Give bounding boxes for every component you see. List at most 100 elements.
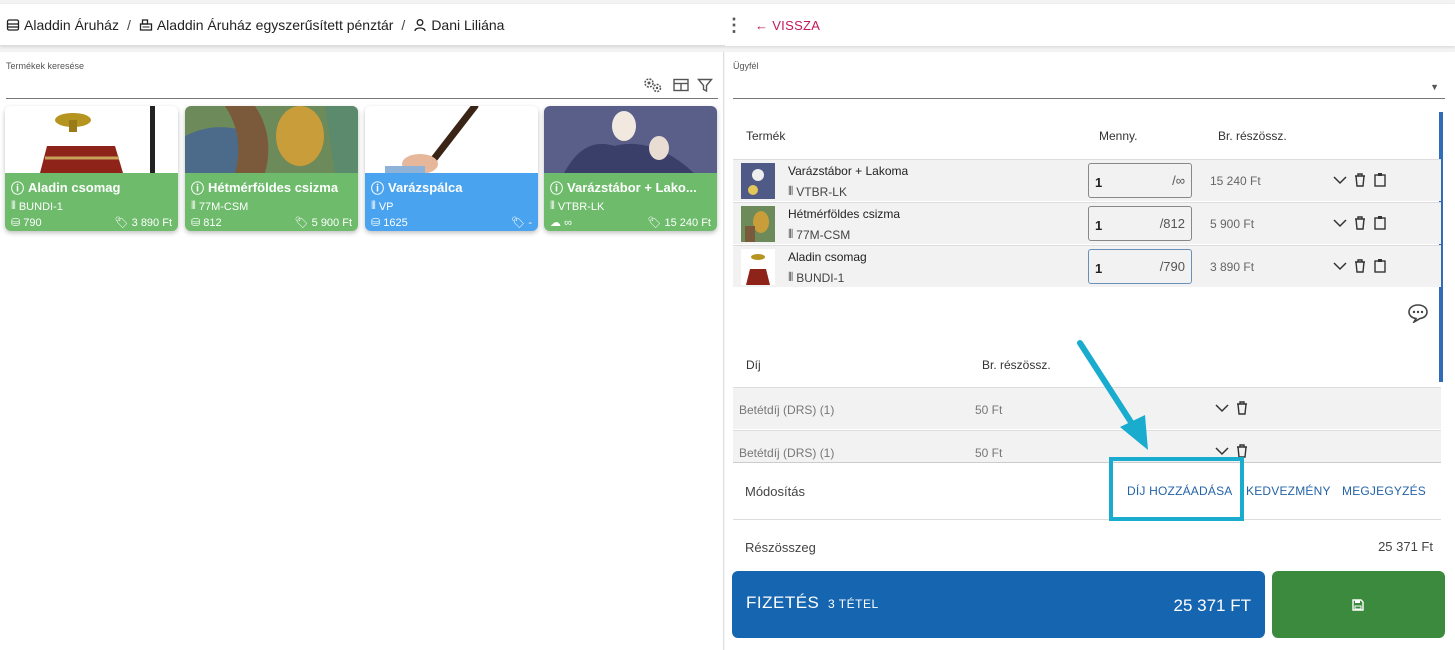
tile-sku: 77M-CSM: [198, 200, 249, 213]
tile-name: Varázstábor + Lako...: [567, 180, 697, 195]
qty-max: /812: [1159, 216, 1185, 231]
tile-stock: 790: [23, 217, 42, 229]
breadcrumb-label: Dani Liliána: [431, 16, 505, 33]
product-toolbar: [641, 76, 713, 94]
fees-divider: [733, 462, 1441, 463]
tile-sku: VP: [378, 200, 394, 213]
tile-stock: 812: [203, 217, 222, 229]
barcode-icon: ⦀: [788, 184, 794, 198]
product-image: [365, 106, 538, 173]
trash-icon[interactable]: [1235, 400, 1249, 415]
chevron-down-icon[interactable]: [1333, 218, 1347, 228]
item-sku: 77M-CSM: [796, 227, 851, 242]
info-icon: ⓘ: [191, 181, 205, 196]
tile-name: Hétmérföldes csizma: [208, 180, 339, 195]
discount-button[interactable]: KEDVEZMÉNY: [1246, 484, 1331, 498]
trash-icon[interactable]: [1353, 215, 1367, 230]
item-thumbnail: [741, 163, 775, 199]
qty-value: 1: [1095, 218, 1103, 233]
product-image: [544, 106, 717, 173]
qty-input[interactable]: 1/790: [1088, 249, 1192, 284]
back-button[interactable]: ← VISSZA: [755, 18, 820, 33]
fee-price: 50 Ft: [975, 403, 1003, 417]
product-tile-aladin[interactable]: ⓘ Aladin csomag ⦀ BUNDI-1 ⛁ 790 🏷 3 890 Ft: [5, 106, 178, 231]
breadcrumb-store[interactable]: Aladdin Áruház: [6, 17, 119, 33]
barcode-icon: ⦀: [788, 227, 794, 241]
clipboard-icon[interactable]: [1373, 172, 1387, 187]
barcode-icon: ⦀: [550, 200, 555, 212]
qty-input[interactable]: 1 /∞: [1088, 163, 1192, 198]
products-panel: Termékek keresése ⓘ Aladin csomag ⦀ BUNDI-…: [0, 52, 724, 650]
product-tile-varazspalca[interactable]: ⓘ Varázspálca ⦀ VP ⛁ 1625 🏷 -: [365, 106, 538, 231]
chevron-down-icon[interactable]: [1333, 175, 1347, 185]
tile-info: ⓘ Aladin csomag ⦀ BUNDI-1 ⛁ 790 🏷 3 890 Ft: [5, 173, 178, 231]
price-tag-icon: 🏷: [114, 217, 129, 229]
info-icon: ⓘ: [550, 181, 564, 196]
chevron-down-icon[interactable]: [1215, 446, 1229, 456]
product-search-input[interactable]: [6, 98, 718, 99]
item-name: Varázstábor + Lakoma: [788, 164, 909, 178]
tile-info: ⓘ Varázstábor + Lako... ⦀ VTBR-LK ☁ ∞ 🏷 15 …: [544, 173, 717, 231]
breadcrumb-separator: /: [126, 16, 131, 33]
pay-item-count: 3 TÉTEL: [828, 597, 879, 611]
tile-price: 15 240 Ft: [664, 217, 711, 229]
item-sku: BUNDI-1: [796, 270, 845, 285]
info-icon: ⓘ: [371, 181, 385, 196]
clipboard-icon[interactable]: [1373, 215, 1387, 230]
cart-row[interactable]: Hétmérföldes csizma ⦀ 77M-CSM 1/812 5 900…: [733, 202, 1441, 244]
fee-price: 50 Ft: [975, 446, 1003, 460]
note-button[interactable]: MEGJEGYZÉS: [1342, 484, 1426, 498]
price-tag-icon: 🏷: [511, 217, 526, 229]
stock-icon: ⛁: [371, 217, 381, 229]
chevron-down-icon[interactable]: ▼: [1430, 82, 1439, 92]
cloud-icon: ☁: [550, 217, 561, 229]
fee-name: Betétdíj (DRS) (1): [739, 403, 835, 417]
barcode-icon: ⦀: [788, 270, 794, 284]
item-name: Hétmérföldes csizma: [788, 207, 901, 221]
annotation-arrow-icon: [1077, 340, 1148, 450]
breadcrumb-separator: /: [401, 16, 406, 33]
product-tile-csizma[interactable]: ⓘ Hétmérföldes csizma ⦀ 77M-CSM ⛁ 812 🏷 5 9…: [185, 106, 358, 231]
tile-price: 5 900 Ft: [311, 217, 352, 229]
header-fee-subtotal: Br. részössz.: [982, 358, 1051, 372]
product-search-label: Termékek keresése: [6, 61, 85, 71]
clipboard-icon[interactable]: [1373, 258, 1387, 273]
tile-info: ⓘ Varázspálca ⦀ VP ⛁ 1625 🏷 -: [365, 173, 538, 231]
qty-max: /790: [1159, 259, 1185, 274]
qty-max: /∞: [1172, 173, 1185, 188]
product-tile-varazstabor[interactable]: ⓘ Varázstábor + Lako... ⦀ VTBR-LK ☁ ∞ 🏷 15 …: [544, 106, 717, 231]
header-product: Termék: [746, 129, 786, 143]
pay-button[interactable]: FIZETÉS 3 TÉTEL 25 371 FT: [732, 571, 1265, 638]
item-price: 5 900 Ft: [1210, 217, 1255, 231]
trash-icon[interactable]: [1235, 443, 1249, 458]
tile-price: 3 890 Ft: [131, 217, 172, 229]
item-sku: VTBR-LK: [796, 184, 847, 199]
stock-icon: ⛁: [191, 217, 201, 229]
save-button[interactable]: [1272, 571, 1445, 638]
filter-icon[interactable]: [697, 78, 713, 93]
trash-icon[interactable]: [1353, 172, 1367, 187]
cart-row[interactable]: Varázstábor + Lakoma ⦀ VTBR-LK 1 /∞ 15 240…: [733, 159, 1441, 201]
customer-select[interactable]: [733, 98, 1445, 99]
tile-stock: ∞: [564, 217, 572, 229]
qty-value: 1: [1095, 175, 1103, 190]
save-icon: [1352, 599, 1364, 611]
breadcrumb-label: Aladdin Áruház: [24, 16, 119, 33]
chevron-down-icon[interactable]: [1333, 261, 1347, 271]
breadcrumb-person[interactable]: Dani Liliána: [413, 17, 504, 33]
pay-label: FIZETÉS: [746, 593, 820, 612]
qty-input[interactable]: 1/812: [1088, 206, 1192, 241]
comment-icon[interactable]: [1407, 303, 1429, 323]
subtotal-label: Részösszeg: [745, 540, 816, 555]
more-options-icon[interactable]: ⋮: [725, 15, 743, 36]
chevron-down-icon[interactable]: [1215, 403, 1229, 413]
price-tag-icon: 🏷: [294, 217, 309, 229]
cart-row[interactable]: Aladin csomag ⦀ BUNDI-1 1/790 3 890 Ft: [733, 245, 1441, 287]
breadcrumb-register[interactable]: Aladdin Áruház egyszerűsített pénztár: [139, 16, 394, 33]
trash-icon[interactable]: [1353, 258, 1367, 273]
settings-gears-icon[interactable]: [641, 76, 665, 94]
breadcrumb-label: Aladdin Áruház egyszerűsített pénztár: [156, 16, 394, 33]
pay-amount: 25 371 FT: [1173, 596, 1252, 615]
table-view-icon[interactable]: [673, 78, 689, 92]
subtotal-value: 25 371 Ft: [1378, 539, 1433, 554]
